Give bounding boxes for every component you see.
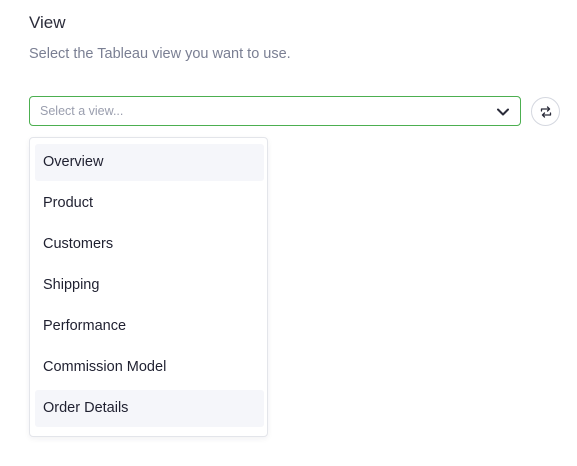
refresh-icon — [540, 106, 552, 118]
chevron-down-icon — [496, 105, 510, 117]
view-dropdown-menu: Overview Product Customers Shipping Perf… — [29, 137, 268, 437]
dropdown-option-order-details[interactable]: Order Details — [35, 390, 264, 427]
section-title: View — [29, 13, 66, 32]
dropdown-option-performance[interactable]: Performance — [35, 308, 264, 345]
view-selector-panel: View Select the Tableau view you want to… — [0, 0, 577, 466]
section-description: Select the Tableau view you want to use. — [29, 46, 291, 62]
view-select[interactable]: Select a view... — [29, 96, 521, 126]
dropdown-option-commission-model[interactable]: Commission Model — [35, 349, 264, 386]
dropdown-option-product[interactable]: Product — [35, 185, 264, 222]
dropdown-option-shipping[interactable]: Shipping — [35, 267, 264, 304]
view-select-placeholder: Select a view... — [40, 104, 124, 118]
dropdown-option-customers[interactable]: Customers — [35, 226, 264, 263]
refresh-button[interactable] — [531, 97, 560, 126]
dropdown-option-overview[interactable]: Overview — [35, 144, 264, 181]
